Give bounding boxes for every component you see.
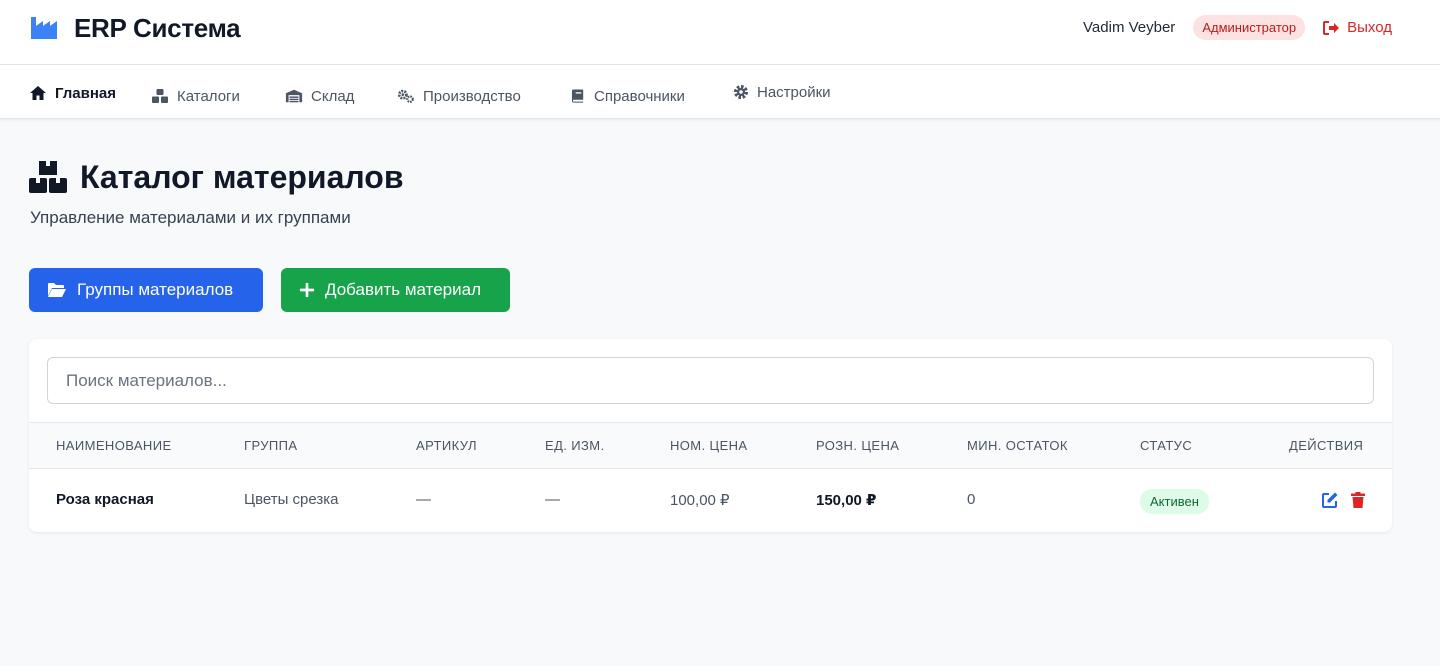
edit-icon[interactable] xyxy=(1321,491,1339,509)
table-header: Наименование Группа Артикул Ед. изм. Ном… xyxy=(29,422,1392,469)
nav-item-label: Настройки xyxy=(757,83,831,101)
search-input[interactable] xyxy=(47,357,1374,404)
nav-item-label: Производство xyxy=(423,87,521,105)
cell-unit: — xyxy=(545,491,560,508)
logout-label: Выход xyxy=(1347,19,1392,36)
add-material-label: Добавить материал xyxy=(325,280,481,299)
nav-item-references[interactable]: Справочники xyxy=(571,86,685,106)
user-name: Vadim Veyber xyxy=(1083,19,1176,36)
column-header-retail-price[interactable]: Розн. цена xyxy=(816,438,899,453)
main-nav: Главная Каталоги Склад Производство Спра… xyxy=(0,65,1440,119)
status-badge: Активен xyxy=(1140,489,1209,514)
column-header-sku[interactable]: Артикул xyxy=(416,438,477,453)
column-header-group[interactable]: Группа xyxy=(244,438,297,453)
gear-icon xyxy=(734,85,748,99)
brand[interactable]: ERP Система xyxy=(30,12,241,43)
warehouse-icon xyxy=(285,89,303,103)
book-icon xyxy=(571,89,584,103)
material-groups-label: Группы материалов xyxy=(77,280,234,299)
nav-item-production[interactable]: Производство xyxy=(397,86,521,106)
cell-nominal-price: 100,00 ₽ xyxy=(670,492,730,509)
logout-button[interactable]: Выход xyxy=(1323,19,1392,36)
home-icon xyxy=(30,86,46,100)
cell-min-stock: 0 xyxy=(967,491,976,508)
role-badge: Администратор xyxy=(1193,15,1306,40)
column-header-nominal-price[interactable]: Ном. цена xyxy=(670,438,748,453)
trash-icon[interactable] xyxy=(1349,491,1367,509)
nav-item-label: Склад xyxy=(311,87,355,105)
factory-icon xyxy=(31,17,57,39)
page-title-text: Каталог материалов xyxy=(80,158,404,195)
boxes-icon xyxy=(152,89,168,103)
nav-item-label: Справочники xyxy=(594,87,685,105)
add-material-button[interactable]: Добавить материал xyxy=(281,268,510,312)
page-subtitle: Управление материалами и их группами xyxy=(30,208,351,227)
column-header-min-stock[interactable]: Мин. остаток xyxy=(967,438,1068,453)
cell-name: Роза красная xyxy=(56,491,154,508)
nav-item-warehouse[interactable]: Склад xyxy=(285,86,354,106)
boxes-icon xyxy=(29,161,67,193)
page-title: Каталог материалов xyxy=(28,157,404,197)
column-header-name[interactable]: Наименование xyxy=(56,438,172,453)
table-row[interactable]: Роза красная Цветы срезка — — 100,00 ₽ 1… xyxy=(29,469,1392,532)
gears-icon xyxy=(397,89,414,103)
column-header-status[interactable]: Статус xyxy=(1140,438,1192,453)
nav-item-catalogs[interactable]: Каталоги xyxy=(151,86,240,106)
nav-item-label: Главная xyxy=(55,84,117,102)
nav-item-label: Каталоги xyxy=(177,87,240,105)
material-groups-button[interactable]: Группы материалов xyxy=(29,268,263,312)
nav-item-home[interactable]: Главная xyxy=(29,83,116,103)
plus-icon xyxy=(299,282,315,298)
brand-title: ERP Система xyxy=(74,12,241,43)
app-header: ERP Система Vadim Veyber Администратор В… xyxy=(0,0,1440,65)
cell-retail-price: 150,00 ₽ xyxy=(816,492,877,509)
folder-open-icon xyxy=(48,283,66,297)
sign-out-icon xyxy=(1323,20,1340,35)
column-header-unit[interactable]: Ед. изм. xyxy=(545,438,605,453)
user-area: Vadim Veyber Администратор Выход xyxy=(1083,14,1392,41)
materials-card: Наименование Группа Артикул Ед. изм. Ном… xyxy=(29,339,1392,532)
nav-item-settings[interactable]: Настройки xyxy=(733,82,831,102)
cell-sku: — xyxy=(416,491,431,508)
column-header-actions: Действия xyxy=(1289,438,1364,453)
cell-group: Цветы срезка xyxy=(244,491,339,508)
